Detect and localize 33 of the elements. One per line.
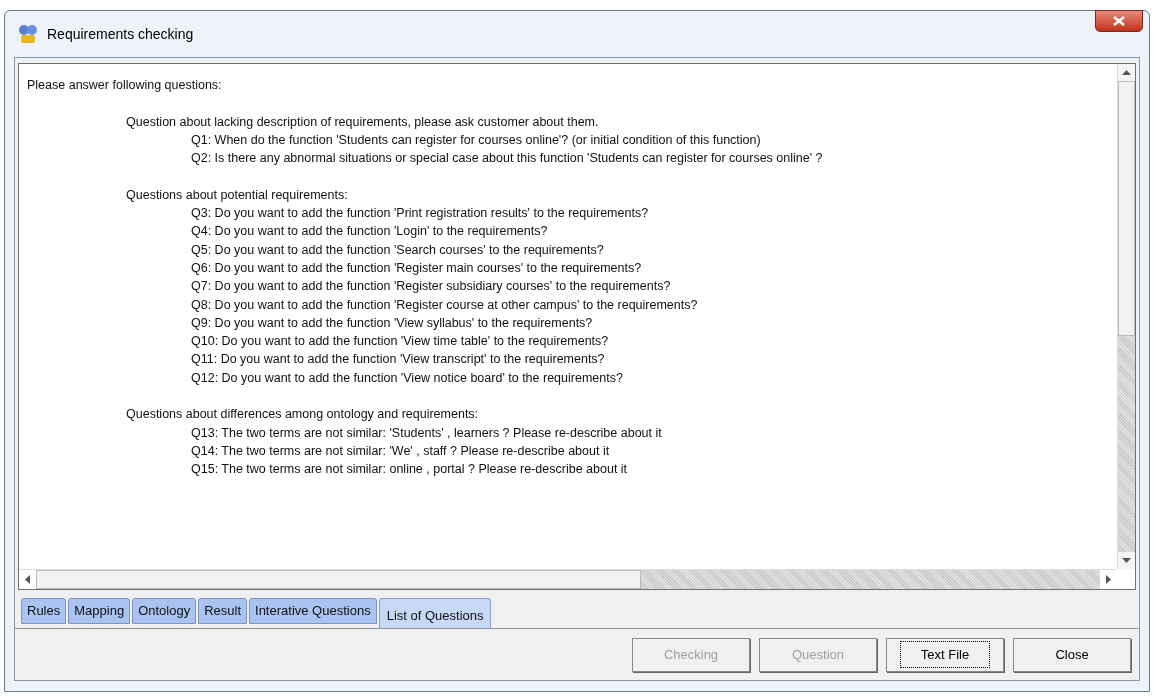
window-title: Requirements checking — [47, 24, 194, 44]
question-text: Q14: The two terms are not similar: 'We' , staff ? Please re-describe about it — [190, 442, 611, 460]
section-heading: Questions about potential requirements: — [125, 186, 349, 204]
dialog-button[interactable]: Close — [1013, 637, 1131, 672]
tab[interactable]: Result — [198, 598, 248, 624]
question-text: Q11: Do you want to add the function 'View transcript' to the requirements? — [190, 351, 606, 369]
question-text: Q10: Do you want to add the function 'View time table' to the requirements? — [190, 333, 610, 351]
question-text: Q1: When do the function 'Students can register for courses online'? (or initial condition of this function) — [190, 131, 762, 149]
vertical-scrollbar[interactable] — [1117, 64, 1135, 569]
question-text: Q7: Do you want to add the function 'Register subsidiary courses' to the requirements? — [190, 278, 672, 296]
horizontal-scrollbar[interactable] — [19, 569, 1117, 589]
question-text: Q3: Do you want to add the function 'Print registration results' to the requirements? — [190, 205, 650, 223]
close-button[interactable] — [1095, 10, 1143, 32]
tab[interactable]: List of Questions — [378, 598, 492, 628]
question-text: Q13: The two terms are not similar: 'Students' , learners ? Please re-describe about it — [190, 424, 663, 442]
question-text: Q4: Do you want to add the function 'Login' to the requirements? — [190, 223, 549, 241]
section-heading: Question about lacking description of requirements, please ask customer about them. — [125, 113, 600, 131]
question-text: Q8: Do you want to add the function 'Register course at other campus' to the requirements? — [190, 296, 699, 314]
tab[interactable]: Rules — [21, 598, 67, 624]
question-text: Q12: Do you want to add the function 'View notice board' to the requirements? — [190, 369, 624, 387]
question-text: Q6: Do you want to add the function 'Register main courses' to the requirements? — [190, 259, 643, 277]
question-text: Q9: Do you want to add the function 'View syllabus' to the requirements? — [190, 314, 594, 332]
close-icon — [1113, 16, 1125, 26]
intro-text: Please answer following questions: — [27, 77, 223, 94]
question-text: Q2: Is there any abnormal situations or special case about this function 'Students can register for courses online' ? — [190, 150, 824, 168]
app-icon — [17, 23, 39, 45]
question-text: Q15: The two terms are not similar: online , portal ? Please re-describe about it — [190, 461, 629, 479]
dialog-button[interactable]: Text File — [886, 637, 1004, 672]
section-heading: Questions about differences among ontology and requirements: — [125, 406, 480, 424]
tab[interactable]: Ontology — [132, 598, 197, 624]
question-text: Q5: Do you want to add the function 'Search courses' to the requirements? — [190, 241, 605, 259]
tab[interactable]: Mapping — [68, 598, 131, 624]
tab[interactable]: Interative Questions — [249, 598, 377, 624]
